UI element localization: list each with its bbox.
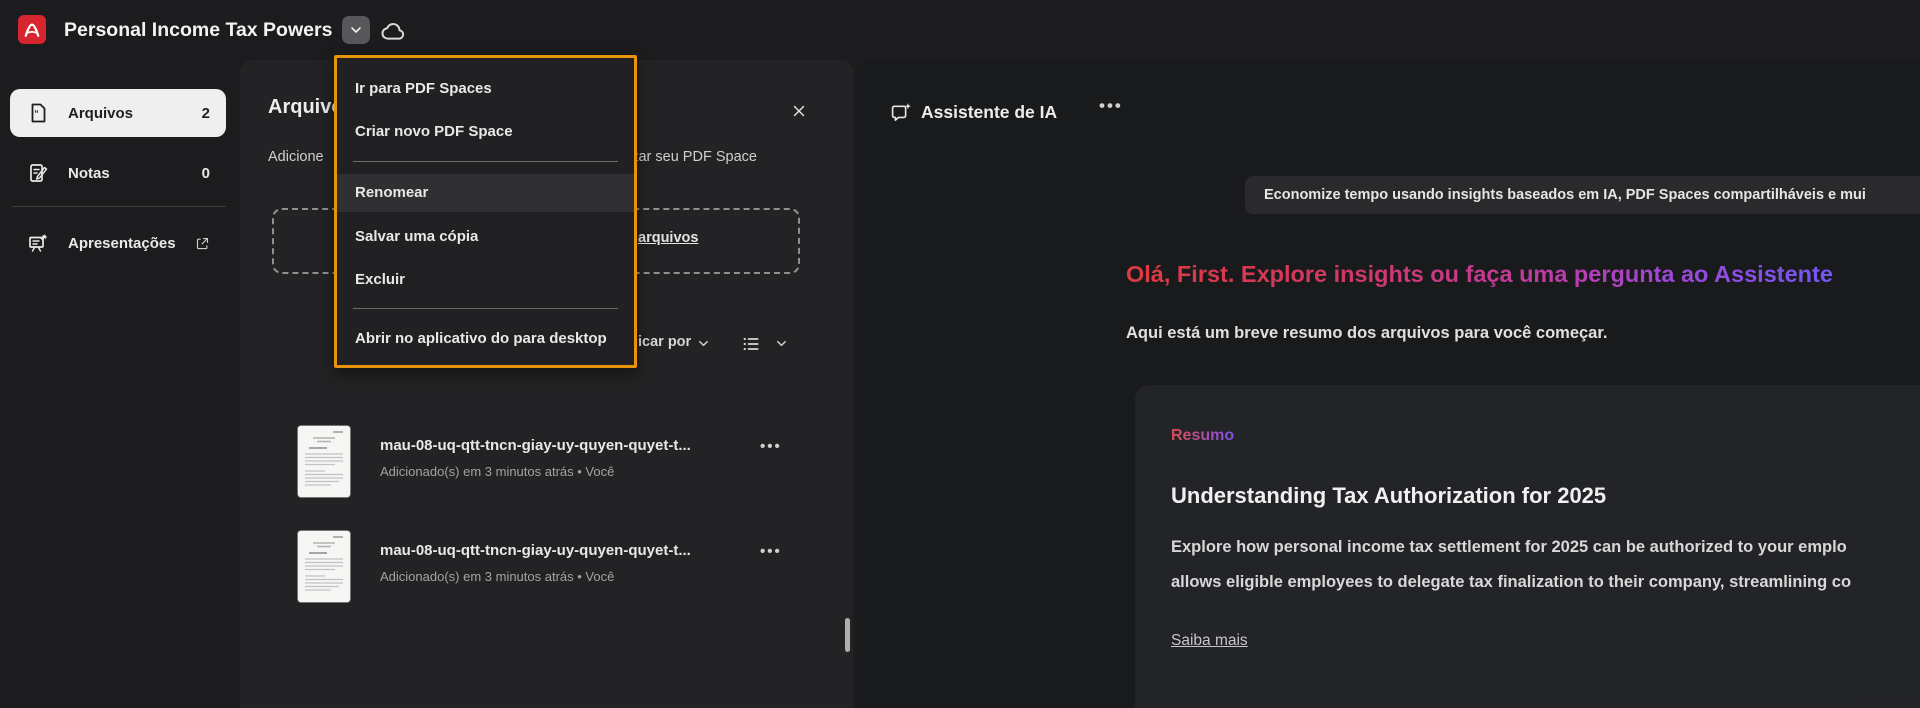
notes-icon xyxy=(30,164,48,182)
menu-item-save-copy[interactable]: Salvar uma cópia xyxy=(337,218,634,256)
sidebar-item-label: Arquivos xyxy=(68,104,134,122)
close-button[interactable] xyxy=(786,98,812,124)
ai-panel-title: Assistente de IA xyxy=(921,102,1058,122)
ai-panel-more-button[interactable]: ••• xyxy=(1099,96,1123,116)
file-more-button[interactable]: ••• xyxy=(760,438,794,464)
acrobat-logo-icon xyxy=(18,15,46,44)
file-more-button[interactable]: ••• xyxy=(760,543,794,569)
file-name: mau-08-uq-qtt-tncn-giay-uy-quyen-quyet-t… xyxy=(380,542,691,559)
menu-item-create-pdf-space[interactable]: Criar novo PDF Space xyxy=(337,113,634,151)
scrollbar-thumb[interactable] xyxy=(845,618,850,652)
menu-item-delete[interactable]: Excluir xyxy=(337,261,634,299)
file-thumbnail xyxy=(297,530,351,603)
chevron-down-icon xyxy=(351,27,361,33)
file-meta: Adicionado(s) em 3 minutos atrás • Você xyxy=(380,569,615,584)
files-panel-subtitle-fragment: Adicione xyxy=(268,149,324,165)
ai-assistant-panel: Assistente de IA ••• Economize tempo usa… xyxy=(857,60,1920,708)
space-context-menu: Ir para PDF Spaces Criar novo PDF Space … xyxy=(334,55,637,368)
summary-card-body-line: Explore how personal income tax settleme… xyxy=(1171,538,1847,556)
top-bar: Personal Income Tax Powers xyxy=(0,0,1920,60)
space-title: Personal Income Tax Powers xyxy=(64,19,333,41)
menu-item-go-to-pdf-spaces[interactable]: Ir para PDF Spaces xyxy=(337,70,634,108)
space-menu-button[interactable] xyxy=(342,16,370,44)
sidebar-item-notas[interactable]: Notas 0 xyxy=(10,150,226,196)
chevron-down-icon[interactable] xyxy=(696,336,711,351)
summary-card-title: Understanding Tax Authorization for 2025 xyxy=(1171,483,1607,508)
ai-promo-banner: Economize tempo usando insights baseados… xyxy=(1245,176,1920,214)
sidebar-item-label: Apresentações xyxy=(68,234,176,252)
list-view-icon[interactable] xyxy=(741,334,761,354)
select-files-link[interactable]: arquivos xyxy=(638,230,698,246)
learn-more-link[interactable]: Saiba mais xyxy=(1171,632,1248,650)
file-row[interactable]: mau-08-uq-qtt-tncn-giay-uy-quyen-quyet-t… xyxy=(240,527,853,627)
menu-item-rename[interactable]: Renomear xyxy=(337,174,634,212)
external-link-icon xyxy=(195,236,210,251)
sidebar: “ Arquivos 2 Notas 0 Apresentações xyxy=(0,60,240,708)
ai-assistant-icon xyxy=(890,101,913,124)
cloud-sync-icon[interactable] xyxy=(379,17,409,44)
sort-by-label-fragment[interactable]: icar por xyxy=(638,334,691,350)
file-row[interactable]: mau-08-uq-qtt-tncn-giay-uy-quyen-quyet-t… xyxy=(240,422,853,522)
sidebar-item-label: Notas xyxy=(68,164,110,182)
notas-count-badge: 0 xyxy=(201,164,210,182)
summary-card-tag: Resumo xyxy=(1171,427,1235,444)
files-panel-subtitle-fragment: izar seu PDF Space xyxy=(628,149,757,165)
presentation-icon xyxy=(29,234,48,252)
sidebar-item-apresentacoes[interactable]: Apresentações xyxy=(10,222,226,264)
file-name: mau-08-uq-qtt-tncn-giay-uy-quyen-quyet-t… xyxy=(380,437,691,454)
menu-divider xyxy=(353,161,618,162)
file-meta: Adicionado(s) em 3 minutos atrás • Você xyxy=(380,464,615,479)
close-icon xyxy=(793,105,805,117)
files-icon: “ xyxy=(31,103,46,123)
menu-divider xyxy=(353,308,618,309)
file-thumbnail xyxy=(297,425,351,498)
svg-text:“: “ xyxy=(34,109,39,119)
menu-item-open-desktop-app[interactable]: Abrir no aplicativo do para desktop xyxy=(337,320,634,358)
sidebar-item-arquivos[interactable]: “ Arquivos 2 xyxy=(10,89,226,137)
ai-greeting-heading: Olá, First. Explore insights ou faça uma… xyxy=(1126,261,1833,287)
summary-card-body-line: allows eligible employees to delegate ta… xyxy=(1171,573,1852,591)
sidebar-divider xyxy=(12,206,226,207)
ai-greeting-subtext: Aqui está um breve resumo dos arquivos p… xyxy=(1126,324,1608,342)
summary-card: Resumo Understanding Tax Authorization f… xyxy=(1135,385,1920,708)
chevron-down-icon[interactable] xyxy=(774,336,789,351)
arquivos-count-badge: 2 xyxy=(201,104,210,122)
